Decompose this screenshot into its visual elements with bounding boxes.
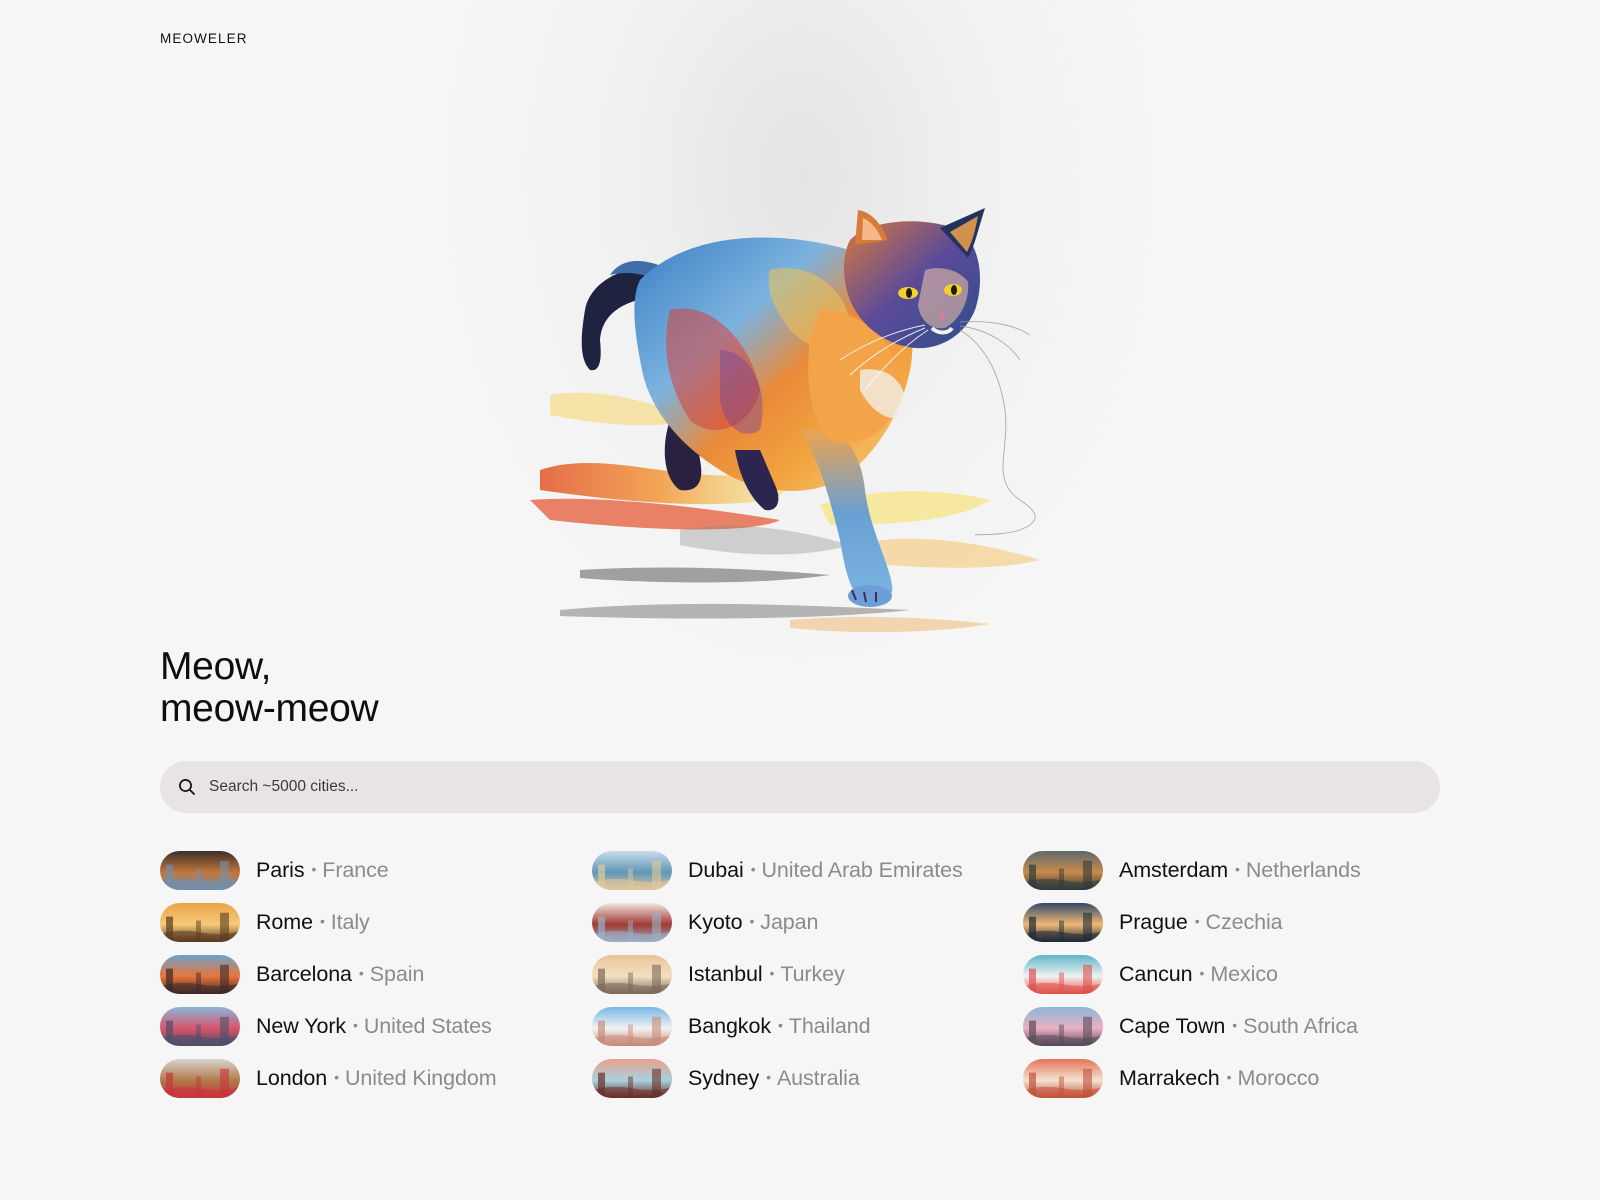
- heading-line-1: Meow,: [160, 645, 272, 688]
- city-thumbnail-image: [1023, 1058, 1103, 1098]
- city-thumbnail-image: [160, 1006, 240, 1046]
- city-list-item[interactable]: Rome • Italy: [160, 902, 370, 942]
- city-list-item[interactable]: Kyoto • Japan: [592, 902, 818, 942]
- country-name: Morocco: [1237, 1065, 1320, 1090]
- country-name: United States: [363, 1013, 492, 1038]
- city-name: Paris: [256, 857, 305, 882]
- city-label: Rome • Italy: [256, 910, 370, 935]
- city-label: New York • United States: [256, 1014, 492, 1039]
- city-name: Bangkok: [688, 1013, 771, 1038]
- app-logo[interactable]: MEOWELER: [160, 31, 248, 46]
- city-thumbnail-image: [160, 902, 240, 942]
- country-name: Czechia: [1205, 909, 1283, 934]
- city-label: Bangkok • Thailand: [688, 1013, 871, 1039]
- city-thumbnail-image: [1023, 850, 1103, 890]
- separator-dot: •: [311, 860, 317, 877]
- city-name: Cape Town: [1119, 1013, 1226, 1038]
- search-icon: [177, 777, 197, 797]
- city-name: London: [256, 1065, 328, 1090]
- city-label: Amsterdam • Netherlands: [1119, 858, 1361, 883]
- city-label: Dubai • United Arab Emirates: [688, 858, 963, 883]
- city-name: Cancun: [1119, 961, 1193, 986]
- country-name: Australia: [776, 1065, 860, 1090]
- country-name: Spain: [369, 961, 425, 986]
- city-list-item[interactable]: Prague • Czechia: [1023, 902, 1283, 942]
- country-name: United Kingdom: [344, 1065, 497, 1090]
- city-label: Prague • Czechia: [1119, 910, 1283, 935]
- heading-line-2: meow-meow: [160, 687, 379, 730]
- city-thumbnail-image: [1023, 1006, 1103, 1046]
- city-label: Paris • France: [256, 858, 389, 883]
- city-list-item[interactable]: Paris • France: [160, 850, 389, 890]
- city-label: London • United Kingdom: [256, 1066, 497, 1091]
- city-name: Amsterdam: [1119, 857, 1229, 882]
- city-list-item[interactable]: New York • United States: [160, 1006, 492, 1046]
- country-name: France: [322, 857, 389, 882]
- city-name: Dubai: [688, 857, 744, 882]
- city-name: Prague: [1119, 909, 1188, 934]
- city-name: Istanbul: [688, 961, 763, 986]
- city-list-item[interactable]: Marrakech • Morocco: [1023, 1058, 1319, 1098]
- country-name: United Arab Emirates: [761, 857, 963, 882]
- city-list-item[interactable]: London • United Kingdom: [160, 1058, 497, 1098]
- city-list-item[interactable]: Sydney • Australia: [592, 1058, 860, 1098]
- city-list-item[interactable]: Barcelona • Spain: [160, 954, 424, 994]
- separator-dot: •: [353, 1016, 358, 1033]
- city-thumbnail-image: [592, 1006, 672, 1046]
- city-list-item[interactable]: Istanbul • Turkey: [592, 954, 845, 994]
- separator-dot: •: [750, 860, 756, 877]
- city-name: Barcelona: [256, 961, 352, 986]
- city-search-input[interactable]: [209, 761, 1440, 813]
- city-label: Cape Town • South Africa: [1119, 1014, 1358, 1039]
- hero-cat-illustration: [520, 200, 1080, 670]
- city-thumbnail-image: [592, 954, 672, 994]
- city-label: Kyoto • Japan: [688, 910, 818, 935]
- country-name: Japan: [760, 909, 819, 934]
- separator-dot: •: [777, 1016, 783, 1033]
- city-label: Barcelona • Spain: [256, 962, 424, 987]
- separator-dot: •: [1194, 912, 1200, 929]
- hero-heading: Meow, meow-meow: [160, 645, 379, 730]
- city-label: Marrakech • Morocco: [1119, 1066, 1319, 1091]
- country-name: Netherlands: [1245, 857, 1361, 882]
- separator-dot: •: [1232, 1016, 1238, 1033]
- separator-dot: •: [1235, 860, 1240, 877]
- separator-dot: •: [1199, 964, 1205, 981]
- city-thumbnail-image: [160, 1058, 240, 1098]
- city-list-item[interactable]: Cancun • Mexico: [1023, 954, 1278, 994]
- city-search-bar[interactable]: [160, 761, 1440, 813]
- separator-dot: •: [1226, 1068, 1232, 1085]
- city-label: Cancun • Mexico: [1119, 962, 1278, 987]
- country-name: Italy: [330, 909, 370, 934]
- city-label: Istanbul • Turkey: [688, 962, 845, 987]
- city-name: Kyoto: [688, 909, 743, 934]
- city-list-item[interactable]: Bangkok • Thailand: [592, 1006, 871, 1046]
- city-thumbnail-image: [592, 1058, 672, 1098]
- city-list-item[interactable]: Amsterdam • Netherlands: [1023, 850, 1361, 890]
- city-name: Rome: [256, 909, 313, 934]
- city-list-item[interactable]: Dubai • United Arab Emirates: [592, 850, 963, 890]
- city-thumbnail-image: [592, 850, 672, 890]
- separator-dot: •: [319, 912, 325, 929]
- separator-dot: •: [769, 964, 775, 981]
- city-name: Marrakech: [1119, 1065, 1220, 1090]
- separator-dot: •: [358, 964, 364, 981]
- separator-dot: •: [334, 1068, 339, 1085]
- city-list-item[interactable]: Cape Town • South Africa: [1023, 1006, 1358, 1046]
- country-name: Turkey: [780, 961, 845, 986]
- city-name: New York: [256, 1013, 347, 1038]
- city-label: Sydney • Australia: [688, 1066, 860, 1091]
- separator-dot: •: [766, 1068, 771, 1085]
- city-thumbnail-image: [1023, 902, 1103, 942]
- city-thumbnail-image: [1023, 954, 1103, 994]
- country-name: South Africa: [1243, 1013, 1358, 1038]
- country-name: Thailand: [788, 1013, 871, 1038]
- separator-dot: •: [749, 912, 755, 929]
- city-name: Sydney: [688, 1065, 760, 1090]
- city-thumbnail-image: [160, 954, 240, 994]
- country-name: Mexico: [1210, 961, 1278, 986]
- city-thumbnail-image: [592, 902, 672, 942]
- city-thumbnail-image: [160, 850, 240, 890]
